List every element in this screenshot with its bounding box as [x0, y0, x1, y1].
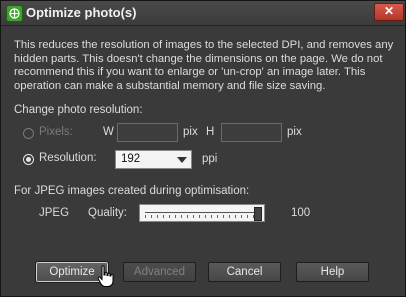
width-label: W [103, 126, 114, 138]
resolution-value: 192 [121, 153, 141, 165]
quality-label: Quality: [88, 207, 127, 219]
jpeg-label: JPEG [39, 207, 70, 219]
height-label: H [206, 126, 215, 138]
slider-track [145, 212, 256, 213]
resolution-dropdown[interactable]: 192 [115, 150, 192, 169]
quality-slider[interactable] [139, 204, 265, 222]
title-bar[interactable]: Optimize photo(s) ✕ [1, 1, 405, 26]
advanced-button[interactable]: Advanced [123, 262, 196, 282]
cancel-button[interactable]: Cancel [208, 262, 281, 282]
dialog-title: Optimize photo(s) [26, 5, 137, 20]
close-icon: ✕ [383, 4, 395, 18]
resolution-radio[interactable] [23, 154, 34, 165]
optimize-photo-dialog: Optimize photo(s) ✕ This reduces the res… [0, 0, 406, 297]
height-field[interactable] [221, 123, 282, 142]
width-unit: pix [183, 126, 198, 138]
slider-ticks [145, 215, 256, 218]
quality-value: 100 [291, 207, 311, 219]
help-button[interactable]: Help [296, 262, 369, 282]
resolution-unit: ppi [202, 153, 218, 165]
globe-icon [6, 5, 23, 22]
jpeg-heading: For JPEG images created during optimisat… [14, 185, 250, 197]
resolution-label[interactable]: Resolution: [39, 152, 97, 164]
close-button[interactable]: ✕ [374, 3, 404, 21]
description-text: This reduces the resolution of images to… [14, 39, 394, 92]
chevron-down-icon [177, 157, 187, 163]
slider-thumb[interactable] [254, 207, 262, 221]
resolution-heading: Change photo resolution: [14, 104, 143, 116]
width-field[interactable] [117, 123, 178, 142]
pixels-label: Pixels: [39, 126, 73, 138]
height-unit: pix [287, 126, 302, 138]
hand-pointer-icon [97, 265, 114, 287]
pixels-radio [23, 128, 34, 139]
